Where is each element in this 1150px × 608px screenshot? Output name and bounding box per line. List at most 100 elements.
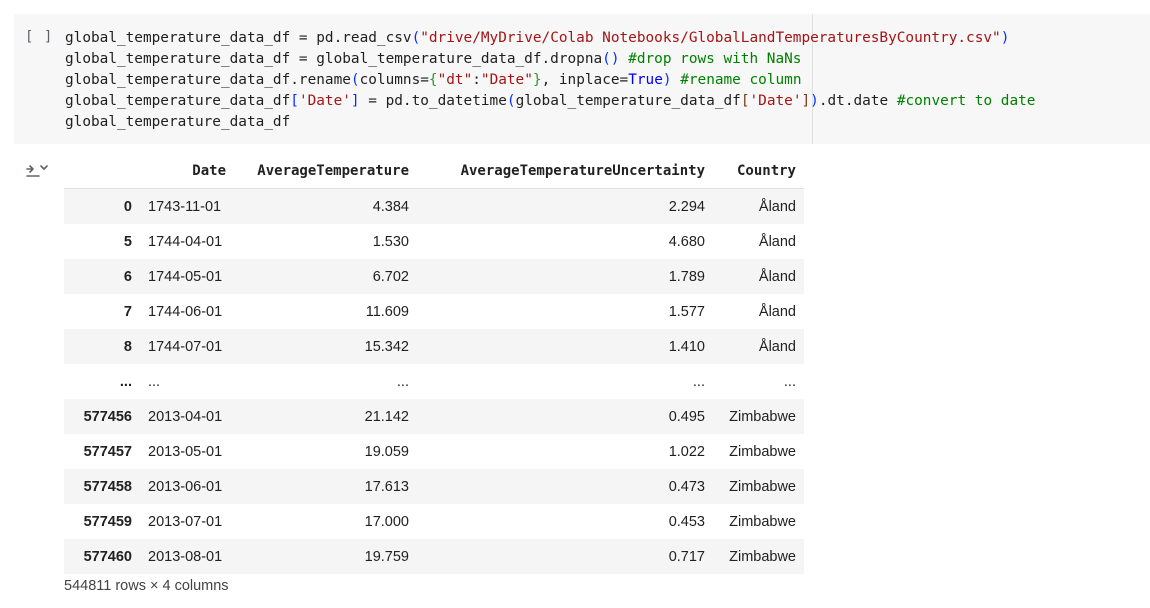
code-token: () bbox=[602, 51, 620, 67]
table-cell: 1743-11-01 bbox=[148, 198, 222, 215]
table-cell: 1744-07-01 bbox=[148, 338, 223, 355]
column-header-average-temperature-uncertainty: AverageTemperatureUncertainty bbox=[417, 153, 713, 189]
row-index: 577457 bbox=[83, 443, 132, 460]
table-cell: Åland bbox=[758, 233, 796, 250]
table-cell: 0.717 bbox=[668, 548, 705, 565]
table-cell: 2013-04-01 bbox=[148, 408, 223, 425]
code-token: ) bbox=[1000, 30, 1010, 46]
row-index: ... bbox=[119, 373, 132, 390]
code-token: #rename column bbox=[680, 72, 802, 88]
table-cell: Zimbabwe bbox=[729, 478, 796, 495]
table-cell: 2013-08-01 bbox=[148, 548, 223, 565]
code-token: ( bbox=[411, 30, 421, 46]
table-row: 7 1744-06-01 11.609 1.577 Åland bbox=[64, 294, 804, 329]
code-token: global_temperature_data_df.rename bbox=[65, 72, 351, 88]
table-cell: Åland bbox=[758, 268, 796, 285]
code-token: } bbox=[532, 72, 542, 88]
code-token: global_temperature_data_df bbox=[65, 93, 291, 109]
table-cell: 21.142 bbox=[364, 408, 409, 425]
table-cell: 15.342 bbox=[364, 338, 409, 355]
row-index: 577458 bbox=[83, 478, 132, 495]
code-token: global_temperature_data_df = pd.read_csv bbox=[65, 30, 412, 46]
table-cell: ... bbox=[692, 373, 705, 390]
table-cell: ... bbox=[783, 373, 796, 390]
code-token: "dt" bbox=[437, 72, 473, 88]
table-row: 8 1744-07-01 15.342 1.410 Åland bbox=[64, 329, 804, 364]
table-cell: Zimbabwe bbox=[729, 548, 796, 565]
code-token: ( bbox=[506, 93, 516, 109]
row-index: 577460 bbox=[83, 548, 132, 565]
code-token: = pd.to_datetime bbox=[359, 93, 507, 109]
table-cell: 1.577 bbox=[668, 303, 705, 320]
table-cell: Åland bbox=[758, 198, 796, 215]
table-row: 5 1744-04-01 1.530 4.680 Åland bbox=[64, 224, 804, 259]
table-cell: 1744-04-01 bbox=[148, 233, 223, 250]
code-token: , inplace= bbox=[541, 72, 629, 88]
row-index: 577456 bbox=[83, 408, 132, 425]
table-cell: 1.022 bbox=[668, 443, 705, 460]
code-token: True bbox=[628, 72, 663, 88]
table-row: 577457 2013-05-01 19.059 1.022 Zimbabwe bbox=[64, 434, 804, 469]
code-token: 'Date' bbox=[298, 93, 351, 109]
table-cell: 2013-06-01 bbox=[148, 478, 223, 495]
row-index: 5 bbox=[123, 233, 132, 250]
table-cell: 1.789 bbox=[668, 268, 705, 285]
table-cell: 1.410 bbox=[668, 338, 705, 355]
row-index: 577459 bbox=[83, 513, 132, 530]
table-cell: 0.495 bbox=[668, 408, 705, 425]
output-menu-icon[interactable] bbox=[24, 162, 48, 184]
code-editor[interactable]: global_temperature_data_df = pd.read_csv… bbox=[65, 28, 1035, 133]
table-row: 577459 2013-07-01 17.000 0.453 Zimbabwe bbox=[64, 504, 804, 539]
code-token: ] bbox=[801, 93, 811, 109]
table-cell: 1744-06-01 bbox=[148, 303, 223, 320]
table-cell: 17.613 bbox=[364, 478, 409, 495]
code-token: #convert to date bbox=[896, 93, 1036, 109]
table-cell: 17.000 bbox=[364, 513, 409, 530]
code-token: ] bbox=[350, 93, 360, 109]
table-row: 0 1743-11-01 4.384 2.294 Åland bbox=[64, 188, 804, 224]
code-token: .dt.date bbox=[818, 93, 897, 109]
table-cell: 2013-05-01 bbox=[148, 443, 223, 460]
code-token: "drive/MyDrive/Colab Notebooks/GlobalLan… bbox=[420, 30, 1001, 46]
code-line: global_temperature_data_df bbox=[65, 114, 290, 130]
table-cell: 0.453 bbox=[668, 513, 705, 530]
table-cell: 11.609 bbox=[365, 303, 409, 320]
table-row: 6 1744-05-01 6.702 1.789 Åland bbox=[64, 259, 804, 294]
code-token: ) bbox=[810, 93, 819, 109]
code-token: : bbox=[472, 72, 481, 88]
table-cell: 6.702 bbox=[372, 268, 409, 285]
code-line: global_temperature_data_df.rename(column… bbox=[65, 72, 802, 88]
code-token: 'Date' bbox=[749, 93, 802, 109]
code-token: #drop rows with NaNs bbox=[628, 51, 802, 67]
table-cell: 4.680 bbox=[668, 233, 705, 250]
table-row: 577456 2013-04-01 21.142 0.495 Zimbabwe bbox=[64, 399, 804, 434]
dataframe-shape-text: 544811 rows × 4 columns bbox=[64, 578, 229, 594]
code-token: global_temperature_data_df bbox=[65, 114, 291, 130]
row-index: 0 bbox=[123, 198, 132, 215]
table-row: 577458 2013-06-01 17.613 0.473 Zimbabwe bbox=[64, 469, 804, 504]
table-cell: 1744-05-01 bbox=[148, 268, 223, 285]
code-token: global_temperature_data_df bbox=[515, 93, 741, 109]
code-token: [ bbox=[290, 93, 299, 109]
table-header-row: Date AverageTemperature AverageTemperatu… bbox=[64, 153, 804, 189]
row-index: 6 bbox=[123, 268, 132, 285]
column-header-country: Country bbox=[713, 153, 804, 189]
column-header-average-temperature: AverageTemperature bbox=[234, 153, 417, 189]
code-token: global_temperature_data_df = global_temp… bbox=[65, 51, 603, 67]
code-line: global_temperature_data_df['Date'] = pd.… bbox=[65, 93, 1035, 109]
table-cell: 19.059 bbox=[364, 443, 409, 460]
table-cell: Zimbabwe bbox=[729, 513, 796, 530]
code-line: global_temperature_data_df = global_temp… bbox=[65, 51, 801, 67]
code-token: columns= bbox=[359, 72, 429, 88]
code-line: global_temperature_data_df = pd.read_csv… bbox=[65, 30, 1009, 46]
table-cell: ... bbox=[148, 373, 161, 390]
table-cell: 2013-07-01 bbox=[148, 513, 223, 530]
code-token: ) bbox=[662, 72, 672, 88]
table-cell: Åland bbox=[758, 338, 796, 355]
table-cell: 2.294 bbox=[668, 198, 705, 215]
code-token: ( bbox=[350, 72, 360, 88]
run-cell-button[interactable]: [ ] bbox=[25, 29, 53, 45]
table-cell: 0.473 bbox=[668, 478, 705, 495]
